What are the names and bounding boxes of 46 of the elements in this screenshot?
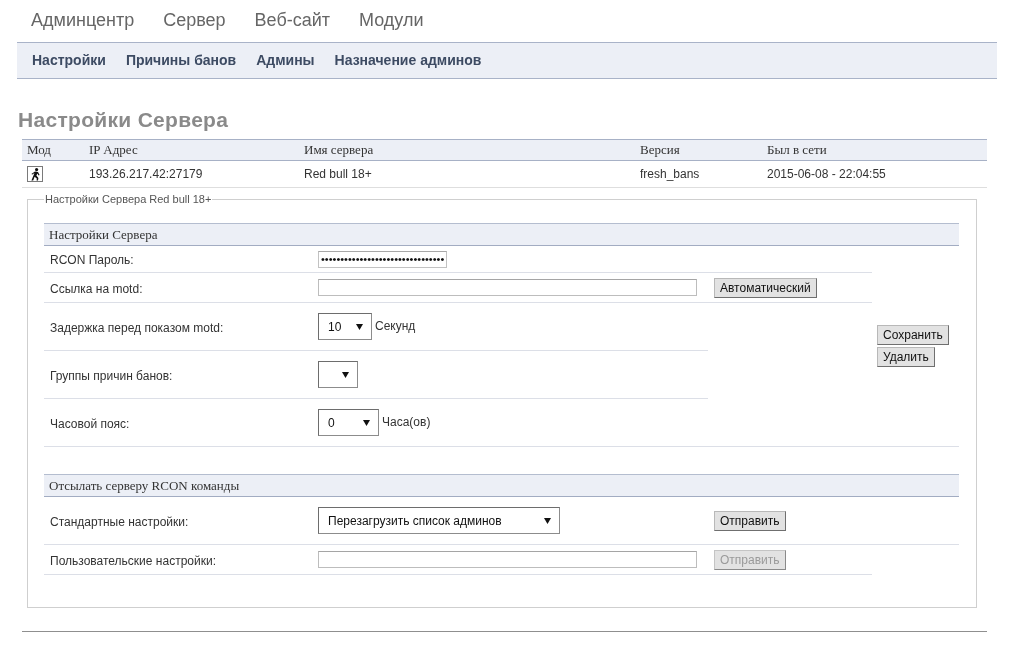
figure-icon — [27, 166, 43, 182]
panel-legend: Настройки Сервера Red bull 18+ — [44, 192, 213, 206]
select-field[interactable]: 10 — [318, 313, 372, 340]
column-header: Мод — [27, 142, 51, 158]
column-header: Был в сети — [767, 142, 827, 158]
table-cell: 2015-06-08 - 22:04:55 — [767, 166, 886, 182]
field-label: Задержка перед показом motd: — [50, 320, 224, 335]
table-cell: 193.26.217.42:27179 — [89, 166, 203, 182]
password-field[interactable]: •••••••••••••••••••••••••••••••• — [318, 250, 448, 268]
select-field[interactable]: 0 — [318, 409, 379, 436]
save-button[interactable]: Сохранить — [877, 325, 949, 345]
caret-icon — [363, 419, 370, 426]
send-button[interactable]: Отправить — [714, 510, 786, 531]
caret-icon — [342, 371, 349, 378]
select-field[interactable] — [318, 361, 358, 388]
table-cell: fresh_bans — [640, 166, 700, 182]
caret-icon — [544, 517, 551, 524]
delete-button[interactable]: Удалить — [877, 347, 935, 367]
column-header: Имя сервера — [304, 142, 374, 158]
menu-item[interactable]: Модули — [359, 9, 424, 42]
auto-fill-button[interactable]: Автоматический — [714, 277, 817, 298]
menu-item[interactable]: Веб-сайт — [254, 9, 331, 42]
field-label: Часовой пояс: — [50, 416, 130, 431]
section-header: Отсылать серверу RCON команды — [44, 474, 959, 497]
nav-link[interactable]: Причины банов — [125, 52, 237, 69]
select-field[interactable]: Перезагрузить список админов — [318, 507, 560, 534]
column-header: IP Адрес — [89, 142, 138, 158]
nav-link[interactable]: Назначение админов — [334, 52, 482, 69]
menu-item[interactable]: Сервер — [163, 9, 226, 42]
text-field[interactable] — [318, 551, 697, 568]
field-label: RCON Пароль: — [50, 253, 134, 267]
section-header: Настройки Сервера — [44, 223, 959, 246]
field-label: Пользовательские настройки: — [50, 553, 216, 568]
field-label: Ссылка на motd: — [50, 281, 143, 296]
field-label: Группы причин банов: — [50, 368, 173, 383]
field-label: Стандартные настройки: — [50, 514, 189, 529]
nav-link[interactable]: Настройки — [32, 52, 106, 69]
caret-icon — [356, 323, 363, 330]
menu-item[interactable]: Админцентр — [31, 9, 135, 42]
nav-link[interactable]: Админы — [256, 52, 315, 69]
unit-label: Часа(ов) — [382, 415, 431, 430]
table-cell: Red bull 18+ — [304, 166, 372, 182]
page-title: Настройки Сервера — [18, 108, 229, 132]
text-field[interactable] — [318, 279, 697, 296]
column-header: Версия — [640, 142, 680, 158]
unit-label: Секунд — [375, 319, 416, 334]
